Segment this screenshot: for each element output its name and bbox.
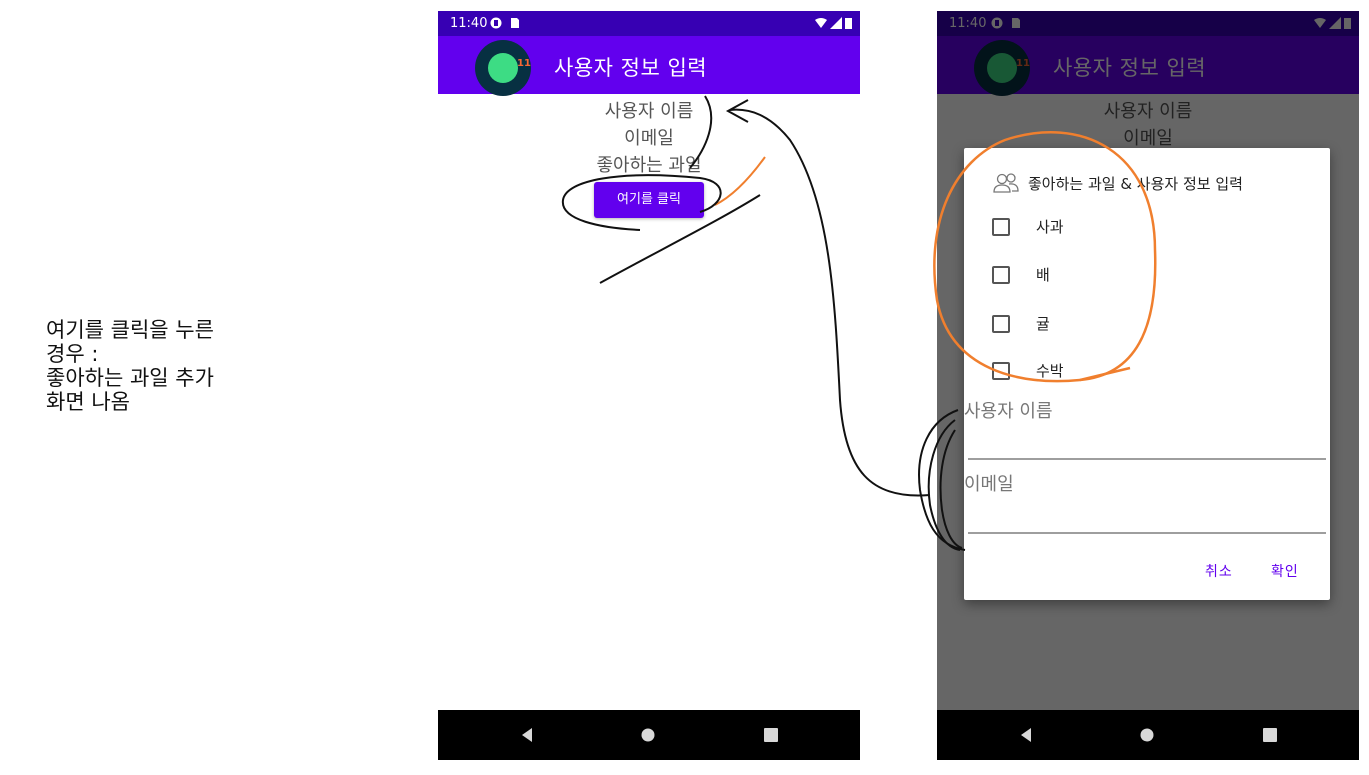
- email-label: 이메일: [624, 128, 674, 149]
- annotation-line: 여기를 클릭을 누른: [46, 318, 214, 342]
- click-here-button[interactable]: 여기를 클릭: [594, 182, 704, 218]
- option-label: 배: [1036, 266, 1050, 284]
- cancel-button[interactable]: 취소: [1205, 561, 1233, 581]
- fruit-user-dialog: 좋아하는 과일 & 사용자 정보 입력 사과 배 귤 수박 사용자 이름 이메일…: [964, 148, 1330, 600]
- checkbox[interactable]: [992, 265, 1010, 284]
- fruit-option-apple[interactable]: 사과: [992, 216, 1064, 237]
- logo-text: 11: [517, 58, 531, 69]
- signal-icon: [830, 17, 842, 29]
- checkbox[interactable]: [992, 361, 1010, 380]
- recents-icon[interactable]: [762, 726, 780, 744]
- annotation-line: 화면 나옴: [46, 390, 130, 414]
- status-time: 11:40: [450, 16, 488, 31]
- username-underline: [968, 458, 1326, 460]
- fruit-option-pear[interactable]: 배: [992, 264, 1050, 285]
- home-icon[interactable]: [1138, 726, 1156, 744]
- navigation-bar: [937, 710, 1359, 760]
- fruit-option-watermelon[interactable]: 수박: [992, 360, 1064, 381]
- email-underline: [968, 532, 1326, 534]
- username-hint: 사용자 이름: [964, 401, 1053, 422]
- favorite-fruit-label: 좋아하는 과일: [596, 155, 702, 176]
- annotation-line: 좋아하는 과일 추가: [46, 366, 214, 390]
- phone-main-screen: 11:40 11 사용자 정보 입력 사용자 이름 이메일 좋아하는 과일 여기…: [438, 11, 860, 760]
- people-icon: [993, 173, 1019, 193]
- fruit-option-tangerine[interactable]: 귤: [992, 313, 1050, 334]
- email-hint: 이메일: [964, 474, 1014, 495]
- email-field[interactable]: 이메일: [964, 470, 1326, 536]
- sd-card-icon: [511, 18, 519, 28]
- status-bar: 11:40: [438, 11, 860, 36]
- battery-icon: [845, 18, 852, 29]
- recents-icon[interactable]: [1261, 726, 1279, 744]
- username-label: 사용자 이름: [604, 101, 694, 122]
- app-bar: 11 사용자 정보 입력: [438, 36, 860, 96]
- option-label: 사과: [1036, 218, 1064, 236]
- notification-icon: [490, 17, 502, 29]
- app-logo: 11: [475, 40, 531, 96]
- app-title: 사용자 정보 입력: [554, 56, 708, 80]
- home-icon[interactable]: [639, 726, 657, 744]
- navigation-bar: [438, 710, 860, 760]
- option-label: 귤: [1036, 315, 1050, 333]
- wifi-icon: [815, 18, 827, 28]
- checkbox[interactable]: [992, 314, 1010, 333]
- annotation-note: 여기를 클릭을 누른 경우 : 좋아하는 과일 추가 화면 나옴: [46, 318, 296, 414]
- checkbox[interactable]: [992, 217, 1010, 236]
- option-label: 수박: [1036, 362, 1064, 380]
- phone-dialog-screen: 11:40 11 사용자 정보 입력 사용자 이름 이메일 좋아하는 과일 & …: [937, 11, 1359, 760]
- confirm-button[interactable]: 확인: [1271, 561, 1299, 581]
- back-icon[interactable]: [518, 726, 536, 744]
- dialog-title-text: 좋아하는 과일 & 사용자 정보 입력: [1028, 174, 1243, 193]
- username-field[interactable]: 사용자 이름: [964, 397, 1326, 461]
- back-icon[interactable]: [1017, 726, 1035, 744]
- annotation-line: 경우 :: [46, 342, 99, 366]
- dialog-title: 좋아하는 과일 & 사용자 정보 입력: [992, 172, 1243, 194]
